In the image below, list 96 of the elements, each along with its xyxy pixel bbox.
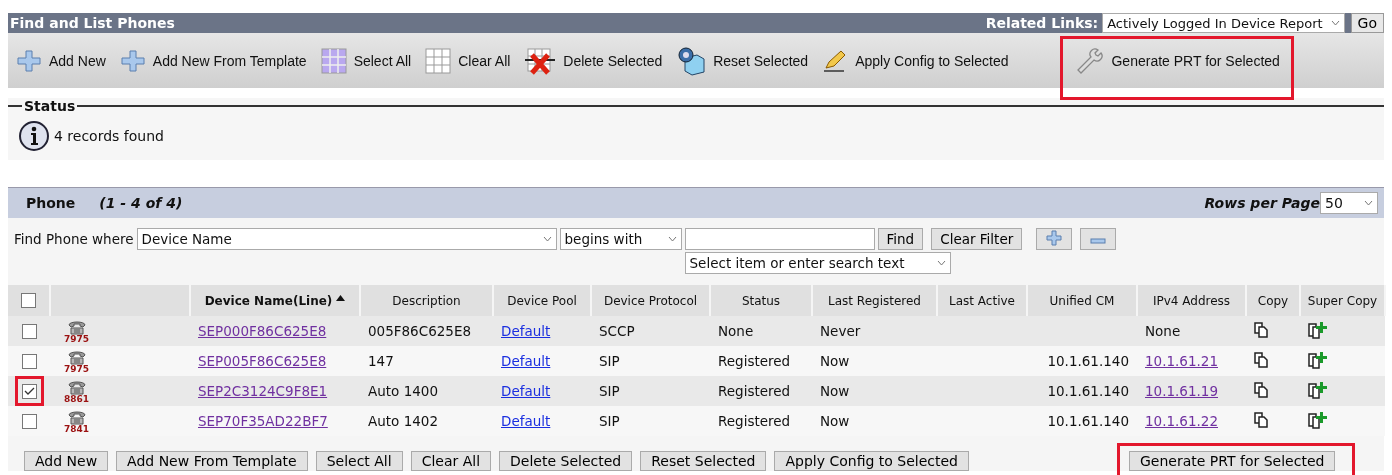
last-registered-cell: Now [820,383,850,399]
info-icon [18,120,50,152]
action-button[interactable]: Add New From Template [116,451,308,471]
find-button[interactable]: Find [877,228,924,250]
row-checkbox[interactable] [21,354,37,370]
phone-model: 7975 [64,364,90,374]
plus-icon [1046,229,1063,246]
filter-label: Find Phone where [14,231,134,247]
last-registered-cell: Now [820,413,850,429]
row-checkbox[interactable] [21,414,37,430]
caret-icon [667,236,677,242]
grid-icon [425,47,452,74]
related-links-dropdown[interactable]: Actively Logged In Device Report [1102,13,1345,33]
phone-model: 7841 [64,424,90,434]
super-copy-icon[interactable] [1308,380,1328,399]
row-checkbox[interactable] [21,324,37,340]
status-message: 4 records found [54,128,164,144]
toolbar-button[interactable]: Delete Selected [522,46,665,75]
device-pool-link[interactable]: Default [501,353,551,369]
action-button[interactable]: Add New [24,451,109,471]
go-button[interactable]: Go [1350,13,1384,33]
status-cell: None [718,323,754,339]
toolbar-button[interactable]: Generate PRT for Selected [1072,45,1282,76]
unified-cm-cell: 10.1.61.140 [1047,353,1129,369]
phone-icon [66,378,87,395]
rows-per-page-label: Rows per Page [1204,195,1320,211]
action-button[interactable]: Generate PRT for Selected [1129,451,1336,471]
operator-dropdown[interactable]: begins with [559,228,682,250]
grid-icon [320,47,347,74]
column-header[interactable]: Status [741,293,781,308]
super-copy-icon[interactable] [1308,320,1328,339]
status-cell: Registered [718,353,791,369]
caret-icon [936,260,946,266]
protocol-cell: SIP [599,383,620,399]
plus-icon [16,48,42,73]
phone-model: 8861 [64,394,90,404]
reset-cube-icon [676,45,707,76]
copy-icon[interactable] [1254,381,1268,398]
row-checkbox[interactable] [21,384,37,400]
super-copy-icon[interactable] [1308,350,1328,369]
search-field[interactable] [684,228,875,250]
device-pool-link[interactable]: Default [501,413,551,429]
phone-icon [66,318,87,335]
copy-icon[interactable] [1254,411,1268,428]
plus-icon [119,48,146,73]
status-cell: Registered [718,383,791,399]
phone-model: 7975 [64,334,90,344]
related-links-label: Related Links: [985,15,1099,31]
toolbar-button[interactable]: Add New From Template [117,48,309,73]
toolbar-button[interactable]: Apply Config to Selected [820,48,1011,73]
minus-icon [1090,238,1107,244]
protocol-cell: SIP [599,413,620,429]
phone-icon [66,348,87,365]
panel-title: Phone [26,195,76,211]
field-dropdown[interactable]: Device Name [136,228,557,250]
caret-icon [1330,20,1340,26]
action-button[interactable]: Apply Config to Selected [774,451,969,471]
unified-cm-cell: 10.1.61.140 [1047,383,1129,399]
status-legend: Status [22,98,78,114]
description-cell: 005F86C625E8 [368,323,472,339]
ip-address-cell: None [1145,323,1181,339]
description-cell: 147 [368,353,394,369]
unified-cm-cell: 10.1.61.140 [1047,413,1129,429]
toolbar-button[interactable]: Reset Selected [674,45,811,76]
action-button[interactable]: Clear All [410,451,492,471]
protocol-cell: SIP [599,353,620,369]
last-registered-cell: Now [820,353,850,369]
toolbar-button[interactable]: Select All [318,47,414,74]
select-all-checkbox[interactable] [21,293,36,308]
caret-icon [542,236,552,242]
phone-icon [66,408,87,425]
window-title: Find and List Phones [9,15,176,31]
toolbar-button[interactable]: Add New [14,48,108,73]
toolbar-button[interactable]: Clear All [423,47,513,74]
status-cell: Registered [718,413,791,429]
clear-filter-button[interactable]: Clear Filter [931,228,1023,250]
last-registered-cell: Never [820,323,861,339]
description-cell: Auto 1400 [368,383,438,399]
caret-icon [1364,200,1373,206]
device-name-link[interactable]: SEP70F35AD22BF7 [198,413,328,429]
delete-grid-icon [524,46,557,75]
sort-ascending-icon [336,294,346,301]
action-button[interactable]: Reset Selected [640,451,767,471]
ip-address-link[interactable]: 10.1.61.21 [1145,353,1218,369]
protocol-cell: SCCP [599,323,635,339]
copy-icon[interactable] [1254,351,1268,368]
record-range: (1 - 4 of 4) [99,195,184,211]
description-cell: Auto 1402 [368,413,438,429]
rows-per-page-dropdown[interactable]: 50 [1320,192,1378,214]
ip-address-link[interactable]: 10.1.61.22 [1145,413,1218,429]
copy-icon[interactable] [1254,321,1268,338]
action-button[interactable]: Delete Selected [499,451,633,471]
action-button[interactable]: Select All [315,451,403,471]
super-copy-icon[interactable] [1308,410,1328,429]
search-text-dropdown[interactable]: Select item or enter search text [684,252,951,274]
device-name-link[interactable]: SEP005F86C625E8 [198,353,327,369]
